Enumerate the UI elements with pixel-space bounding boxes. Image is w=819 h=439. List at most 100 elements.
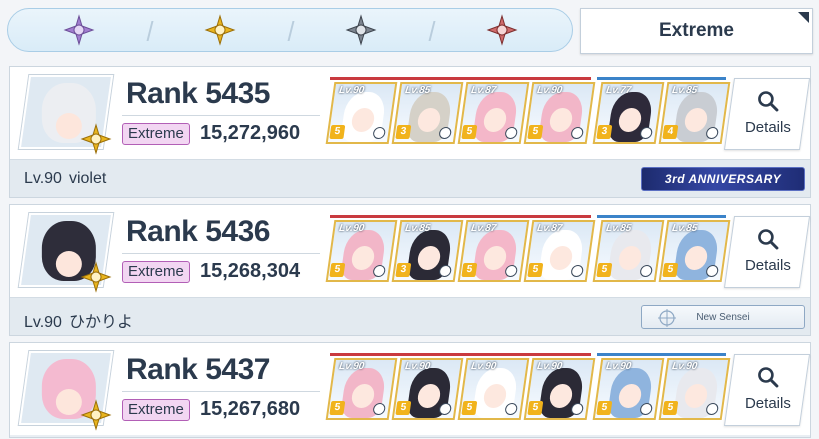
student-slot[interactable]: Lv.85 5 [592,220,665,282]
team-lineup: Lv.90 5 Lv.85 3 Lv.87 5 Lv.90 5 Lv.77 3 Lv.85 4 [325,77,731,153]
rank-card-main: Rank 5437 Extreme 15,267,680 Lv.90 5 Lv.90… [10,343,811,435]
rank-title: Rank 5436 [126,215,270,248]
student-level: Lv.90 [671,361,698,372]
player-name: violet [68,170,107,187]
tab-tier-torment[interactable] [149,9,290,51]
details-button[interactable]: Details [723,78,811,150]
star-rank-icon: 5 [329,401,346,415]
special-group: Lv.85 5 Lv.85 5 [592,215,731,291]
student-slot[interactable]: Lv.87 5 [457,220,530,282]
divider [122,391,320,392]
star-rank-icon: 3 [395,125,412,139]
rank-card-main: Rank 5435 Extreme 15,272,960 Lv.90 5 Lv.85… [10,67,811,159]
tier-emblem-gold-icon [80,399,112,431]
divider [122,115,320,116]
player-info-bar: Lv.90 violet 3rd ANNIVERSARY [10,159,810,197]
striker-group: Lv.90 5 Lv.85 3 Lv.87 5 Lv.87 5 [325,215,596,291]
tab-tier-lunatic[interactable] [431,9,572,51]
star-rank-icon: 5 [461,401,478,415]
student-slot[interactable]: Lv.90 5 [391,358,464,420]
player-title-banner: 3rd ANNIVERSARY [641,167,805,191]
student-slot[interactable]: Lv.90 5 [523,358,596,420]
details-button[interactable]: Details [723,354,811,426]
special-group: Lv.90 5 Lv.90 5 [592,353,731,429]
student-slot[interactable]: Lv.90 5 [325,82,398,144]
student-slot[interactable]: Lv.85 3 [391,220,464,282]
student-level: Lv.85 [605,223,632,234]
difficulty-dropdown[interactable]: Extreme [580,8,813,54]
star-rank-icon: 5 [527,401,544,415]
student-level: Lv.85 [404,223,431,234]
star-rank-icon: 5 [596,263,613,277]
student-slot[interactable]: Lv.90 5 [592,358,665,420]
tier-tab-bar [7,8,573,52]
student-slot[interactable]: Lv.90 5 [658,358,731,420]
tier-emblem-gold-icon [204,14,235,46]
crosshair-emblem-icon [658,309,676,327]
player-level-value: Lv.90 [24,314,62,331]
student-level: Lv.90 [536,361,563,372]
student-level: Lv.90 [404,361,431,372]
tier-emblem-gray-icon [345,14,376,46]
student-slot[interactable]: Lv.90 5 [325,358,398,420]
title-banner-text: New Sensei [696,311,750,323]
student-slot[interactable]: Lv.90 5 [325,220,398,282]
student-level: Lv.90 [338,361,365,372]
player-info-bar: Lv.90 ひかりよ New Sensei [10,297,810,335]
student-level: Lv.77 [605,85,632,96]
star-rank-icon: 3 [395,263,412,277]
tier-emblem-red-icon [486,14,517,46]
student-slot[interactable]: Lv.90 5 [457,358,530,420]
score-value: 15,267,680 [200,398,301,420]
student-level: Lv.90 [470,361,497,372]
student-slot[interactable]: Lv.77 3 [592,82,665,144]
title-banner-text: 3rd ANNIVERSARY [664,172,782,186]
star-rank-icon: 4 [662,125,679,139]
student-level: Lv.90 [338,223,365,234]
student-level: Lv.90 [338,85,365,96]
player-title-banner: New Sensei [641,305,805,329]
student-level: Lv.87 [536,223,563,234]
tier-emblem-purple-icon [63,14,94,46]
student-slot[interactable]: Lv.87 5 [523,220,596,282]
details-label: Details [744,395,791,412]
special-group: Lv.77 3 Lv.85 4 [592,77,731,153]
star-rank-icon: 5 [329,263,346,277]
difficulty-badge: Extreme [122,261,190,283]
student-level: Lv.87 [470,223,497,234]
star-rank-icon: 3 [596,125,613,139]
student-level: Lv.85 [404,85,431,96]
tier-emblem-gold-icon [80,261,112,293]
player-level-value: Lv.90 [24,170,62,187]
rank-title: Rank 5435 [126,77,270,110]
student-slot[interactable]: Lv.85 4 [658,82,731,144]
student-slot[interactable]: Lv.85 5 [658,220,731,282]
star-rank-icon: 5 [662,263,679,277]
star-rank-icon: 5 [527,125,544,139]
tab-tier-hardcore[interactable] [290,9,431,51]
tab-tier-insane[interactable] [8,9,149,51]
team-lineup: Lv.90 5 Lv.90 5 Lv.90 5 Lv.90 5 Lv.90 5 Lv.90 5 [325,353,731,429]
difficulty-badge: Extreme [122,399,190,421]
details-label: Details [744,257,791,274]
magnifier-icon [758,229,779,250]
star-rank-icon: 5 [662,401,679,415]
difficulty-label: Extreme [659,20,734,41]
student-level: Lv.90 [536,85,563,96]
student-level: Lv.87 [470,85,497,96]
magnifier-icon [758,91,779,112]
star-rank-icon: 5 [527,263,544,277]
team-lineup: Lv.90 5 Lv.85 3 Lv.87 5 Lv.87 5 Lv.85 5 Lv.85 5 [325,215,731,291]
student-slot[interactable]: Lv.87 5 [457,82,530,144]
star-rank-icon: 5 [329,125,346,139]
striker-group: Lv.90 5 Lv.85 3 Lv.87 5 Lv.90 5 [325,77,596,153]
star-rank-icon: 5 [461,125,478,139]
divider [122,253,320,254]
details-button[interactable]: Details [723,216,811,288]
student-slot[interactable]: Lv.85 3 [391,82,464,144]
tier-emblem-gold-icon [80,123,112,155]
star-rank-icon: 5 [395,401,412,415]
rank-title: Rank 5437 [126,353,270,386]
magnifier-icon [758,367,779,388]
student-slot[interactable]: Lv.90 5 [523,82,596,144]
